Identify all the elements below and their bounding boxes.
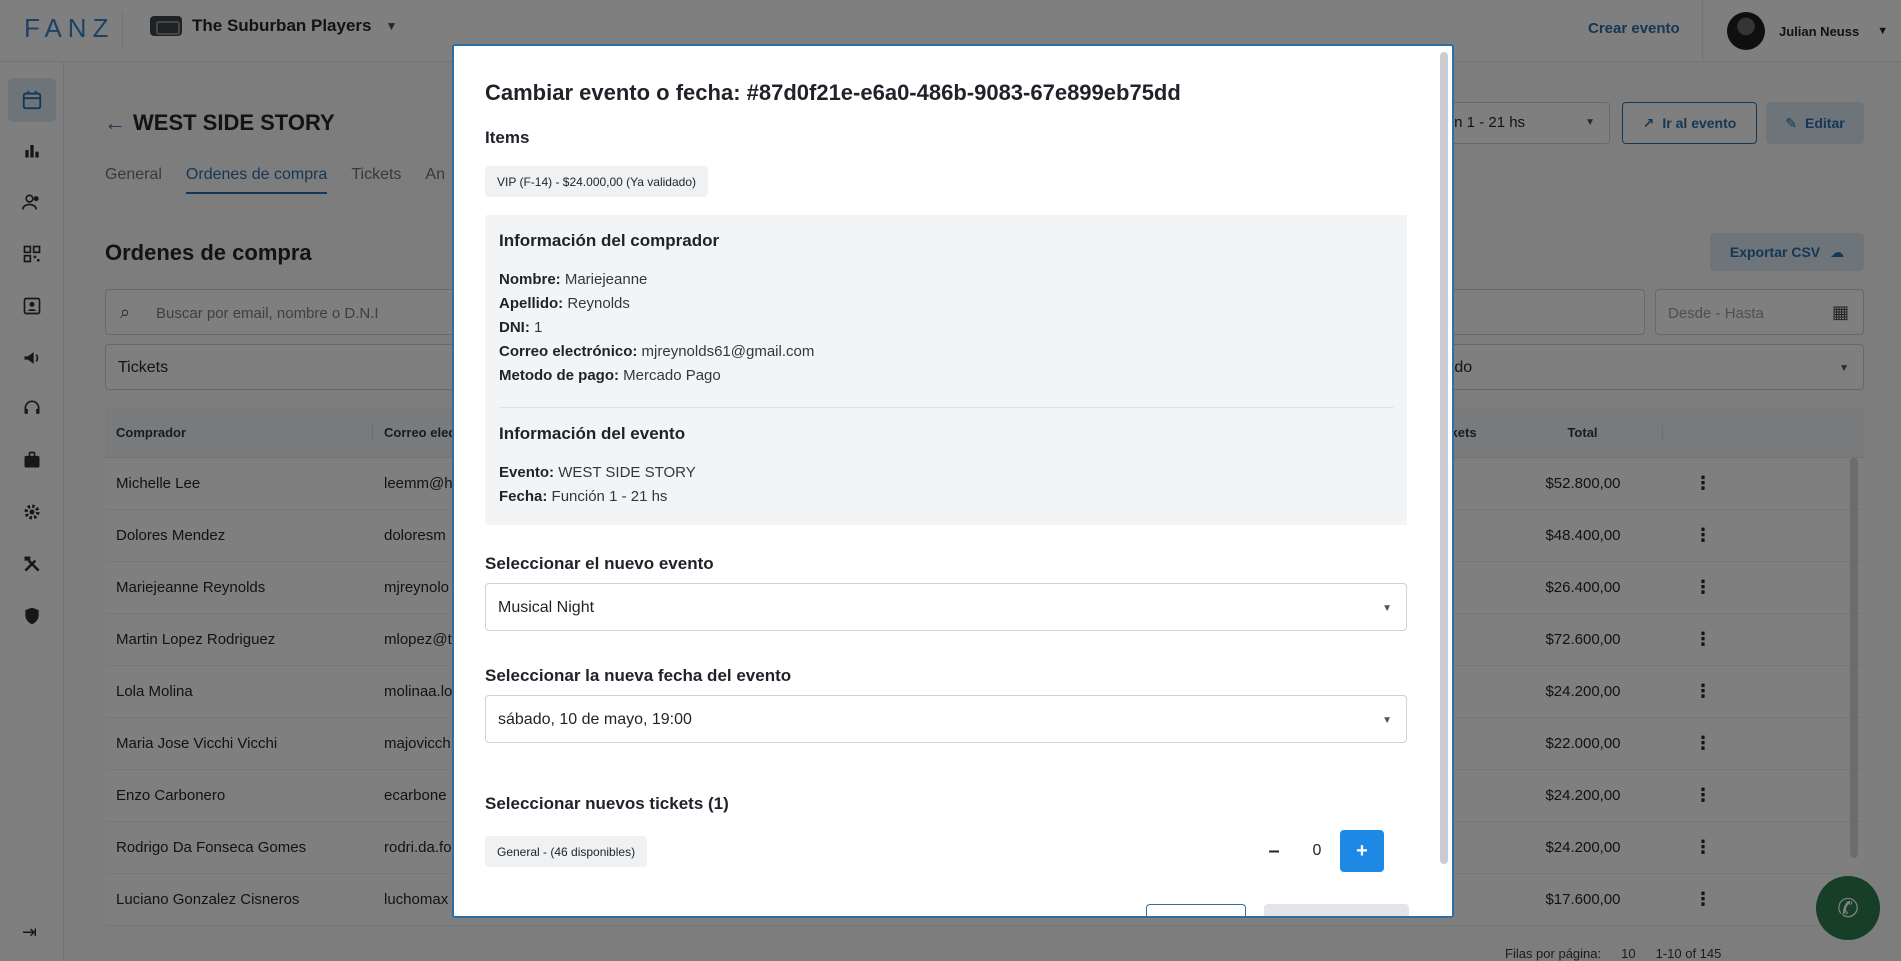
event-name: Evento: WEST SIDE STORY [499, 464, 696, 481]
event-info-heading: Información del evento [499, 424, 686, 443]
buyer-dni: DNI: 1 [499, 319, 543, 336]
dropdown-arrow-icon: ▼ [1382, 603, 1392, 614]
info-divider [499, 407, 1394, 408]
info-panel: Información del comprador Nombre: Mariej… [485, 215, 1407, 525]
new-date-label: Seleccionar la nueva fecha del evento [485, 666, 792, 685]
item-chip: VIP (F-14) - $24.000,00 (Ya validado) [485, 166, 708, 197]
buyer-payment-method: Metodo de pago: Mercado Pago [499, 367, 721, 384]
new-date-select[interactable]: sábado, 10 de mayo, 19:00 ▼ [485, 695, 1407, 743]
buyer-email: Correo electrónico: mjreynolds61@gmail.c… [499, 343, 815, 360]
new-date-value: sábado, 10 de mayo, 19:00 [498, 711, 692, 728]
quantity-stepper: – 0 + [1254, 830, 1384, 872]
buyer-first-name: Nombre: Mariejeanne [499, 271, 648, 288]
decrement-button[interactable]: – [1254, 831, 1294, 871]
new-tickets-label: Seleccionar nuevos tickets (1) [485, 794, 729, 813]
increment-button[interactable]: + [1340, 830, 1384, 872]
new-event-value: Musical Night [498, 599, 595, 616]
items-label: Items [485, 128, 530, 147]
event-date: Fecha: Función 1 - 21 hs [499, 488, 668, 505]
buyer-info-heading: Información del comprador [499, 231, 720, 250]
quantity-value: 0 [1312, 842, 1322, 859]
buyer-last-name: Apellido: Reynolds [499, 295, 630, 312]
dropdown-arrow-icon: ▼ [1382, 715, 1392, 726]
modal-title: Cambiar evento o fecha: #87d0f21e-e6a0-4… [485, 80, 1181, 105]
confirm-button[interactable] [1264, 904, 1409, 916]
new-event-label: Seleccionar el nuevo evento [485, 554, 714, 573]
change-event-modal: Cambiar evento o fecha: #87d0f21e-e6a0-4… [452, 44, 1454, 918]
new-event-select[interactable]: Musical Night ▼ [485, 583, 1407, 631]
ticket-type-chip: General - (46 disponibles) [485, 836, 648, 867]
modal-scrollbar[interactable] [1440, 52, 1448, 864]
cancel-button[interactable] [1146, 904, 1246, 916]
